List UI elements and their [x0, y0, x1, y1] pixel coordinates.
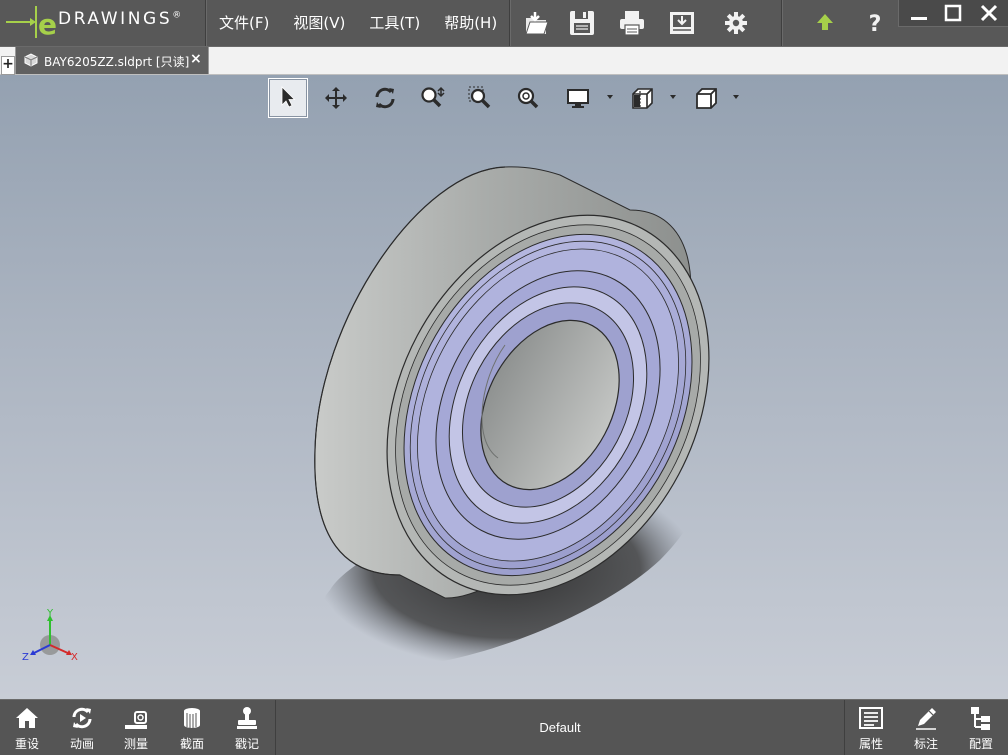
- triad-x-label: X: [71, 652, 78, 663]
- maximize-icon[interactable]: [938, 2, 968, 26]
- properties-button[interactable]: 属性: [845, 700, 897, 755]
- measure-label: 测量: [123, 737, 148, 751]
- reset-label: 重设: [14, 737, 39, 751]
- configurations-label: 配置: [968, 737, 993, 751]
- title-bar: e DRAWINGS® 文件(F) 视图(V) 工具(T) 帮助(H) ?: [0, 0, 1008, 47]
- minimize-icon[interactable]: [904, 2, 934, 26]
- bearing-model[interactable]: [0, 75, 1008, 699]
- tab-strip: + BAY6205ZZ.sldprt [只读] ×: [0, 47, 1008, 75]
- add-tab-button[interactable]: +: [1, 56, 15, 75]
- stamp-icon: [237, 707, 257, 729]
- close-icon[interactable]: [974, 2, 1004, 26]
- orientation-triad: Y X Z: [22, 608, 78, 663]
- menu-view[interactable]: 视图(V): [281, 0, 357, 46]
- markup-label: 标注: [913, 737, 938, 751]
- part-file-icon: [23, 52, 39, 72]
- stamp-button[interactable]: 戳记: [221, 700, 273, 755]
- configurations-icon: [971, 707, 990, 730]
- properties-label: 属性: [858, 737, 883, 751]
- edrawings-logo: e DRAWINGS®: [0, 0, 205, 46]
- document-tab[interactable]: BAY6205ZZ.sldprt [只读] ×: [15, 47, 209, 74]
- menu-help[interactable]: 帮助(H): [432, 0, 509, 46]
- save-icon[interactable]: [567, 8, 597, 38]
- print-icon[interactable]: [617, 8, 647, 38]
- bottom-toolbar: 重设 动画 测量 截面 戳记 Default 属性 标注 配置: [0, 699, 1008, 755]
- menu-bar: 文件(F) 视图(V) 工具(T) 帮助(H): [207, 0, 509, 46]
- settings-icon[interactable]: [721, 8, 751, 38]
- open-icon[interactable]: [521, 8, 551, 38]
- logo-letter: e: [38, 8, 57, 41]
- properties-icon: [859, 707, 883, 729]
- section-button[interactable]: 截面: [166, 700, 218, 755]
- active-configuration: Default: [275, 700, 845, 755]
- 3d-viewport[interactable]: Y X Z: [0, 75, 1008, 699]
- measure-button[interactable]: 测量: [110, 700, 162, 755]
- home-icon: [16, 708, 38, 728]
- configurations-button[interactable]: 配置: [955, 700, 1007, 755]
- markup-button[interactable]: 标注: [900, 700, 952, 755]
- section-label: 截面: [179, 737, 204, 751]
- markup-icon: [916, 708, 936, 730]
- document-tab-title: BAY6205ZZ.sldprt [只读]: [44, 55, 190, 69]
- animate-button[interactable]: 动画: [56, 700, 108, 755]
- stamp-label: 戳记: [234, 737, 259, 751]
- section-icon: [184, 708, 200, 728]
- measure-icon: [125, 711, 147, 729]
- triad-y-label: Y: [46, 608, 54, 619]
- logo-text: DRAWINGS®: [58, 9, 184, 29]
- svg-text:?: ?: [869, 12, 882, 37]
- triad-z-label: Z: [22, 652, 29, 663]
- publish-icon[interactable]: [667, 8, 697, 38]
- menu-tools[interactable]: 工具(T): [357, 0, 432, 46]
- help-icon[interactable]: ?: [860, 8, 890, 38]
- animate-label: 动画: [69, 737, 94, 751]
- reset-button[interactable]: 重设: [1, 700, 53, 755]
- menu-file[interactable]: 文件(F): [207, 0, 281, 46]
- animate-icon: [72, 707, 92, 729]
- close-tab-icon[interactable]: ×: [190, 51, 202, 67]
- upload-arrow-icon[interactable]: [810, 8, 840, 38]
